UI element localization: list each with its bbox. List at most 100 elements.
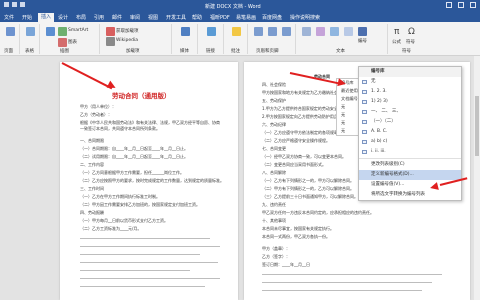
equation-icon[interactable]: π [394,27,399,37]
group-label: 批注 [231,49,240,54]
group-addins: 获取加载项 Wikipedia 加载项 [102,24,172,54]
comment-icon[interactable] [232,27,241,36]
menu-item-change-level[interactable]: 更改列表级别(C) [359,160,461,170]
annotation-arrowhead [337,78,347,88]
header-icon[interactable] [254,27,263,36]
tab-mailings[interactable]: 邮件 [112,14,122,21]
text-line: 签订日期：____年__月__日 [262,262,310,267]
format-preview-icon [362,90,367,94]
format-preview-icon [362,130,367,134]
tab-yibi[interactable]: 易笔易画 [236,14,256,21]
wikipedia-label[interactable]: Wikipedia [116,38,138,43]
text-line: （二）甲方有下列情形之一的，乙方可以解除合同。 [262,186,354,191]
chart-label[interactable]: 图表 [68,39,77,45]
picture-icon[interactable] [46,27,55,36]
tab-review[interactable]: 审阅 [130,14,140,21]
tab-help[interactable]: 帮助 [192,14,202,21]
tab-design[interactable]: 设计 [58,14,68,21]
menu-item-alpha-upper[interactable]: A. B. C. [359,127,461,137]
maximize-icon[interactable] [458,2,464,8]
left-page[interactable]: 劳动合同（通用版） 甲方（用人单位）： 乙方（劳动者）： 根据《中华人民共和国劳… [60,62,238,300]
tab-foxit-pdf[interactable]: 福昕PDF [210,14,230,21]
menu-item-chinese-paren[interactable]: （一）（二） [359,117,461,127]
tab-file[interactable]: 文件 [4,14,14,21]
group-symbols: π Ω 公式 符号 符号 [390,24,478,54]
menu-item-label: i. ii. iii. [371,149,386,154]
text-placeholder [262,274,442,275]
text-line: 五、劳动保护 [262,98,286,103]
smartart-icon[interactable] [58,27,67,36]
tab-layout[interactable]: 布局 [76,14,86,21]
tab-insert[interactable]: 插入 [38,13,55,22]
undo-icon[interactable] [12,2,17,7]
footer-icon[interactable] [268,27,277,36]
menu-item-none[interactable]: 无 [359,77,461,87]
text-placeholder [80,246,220,247]
group-label: 符号 [402,49,411,54]
menu-item-numeric[interactable]: 1. 2. 3. [359,87,461,97]
numbering-dropdown-menu: 编号库 无 1. 2. 3. 1) 2) 3) 一、 二、 三、 （一）（二） … [358,66,462,201]
group-label: 表格 [25,49,34,54]
symbol-label[interactable]: 符号 [406,39,415,45]
menu-item-roman[interactable]: i. ii. iii. [359,147,461,157]
format-preview-icon [362,80,367,84]
menu-header: 编号库 [359,67,461,77]
number-label[interactable]: 编号 [358,38,367,44]
page-number-icon[interactable] [282,27,291,36]
group-pages: 页面 [2,24,20,54]
tab-developer[interactable]: 开发工具 [166,14,186,21]
text-line: 2.甲方按国家规定向乙方提供劳动防护用品。 [262,114,342,119]
menu-item-define-new-format[interactable]: 定义新编号格式(D)... [359,170,461,180]
menu-item-convert-to-list[interactable]: 将所选文字转换为编号列表 [359,190,461,200]
equation-label[interactable]: 公式 [392,39,401,45]
tab-view[interactable]: 视图 [148,14,158,21]
menu-item-chinese[interactable]: 一、 二、 三、 [359,107,461,117]
link-icon[interactable] [207,27,216,36]
symbol-icon[interactable]: Ω [408,27,415,37]
text-line: （二）乙方应按照甲方的要求，按时完成规定的工作数量，达到规定的质量标准。 [80,178,224,183]
text-placeholder [80,270,190,271]
chart-icon[interactable] [58,38,67,47]
window-controls[interactable] [440,2,476,10]
text-line: 本合同未尽事宜，按国家有关规定执行。 [262,226,334,231]
quick-parts-icon[interactable] [316,27,325,36]
quick-access-toolbar[interactable] [4,2,44,10]
text-line: （一）合同期限：自____年__月__日起至____年__月__日止。 [80,146,188,151]
scrollbar-thumb[interactable] [475,96,479,156]
get-addins-icon[interactable] [106,27,115,36]
number-icon[interactable] [358,27,367,36]
group-text: 编号 文本 [298,24,388,54]
wordart-icon[interactable] [330,27,339,36]
wikipedia-icon[interactable] [106,37,115,46]
text-line: （二）变更合同应当采用书面形式。 [262,162,326,167]
tab-baidu[interactable]: 百度网盘 [262,14,282,21]
menu-item-label: 1) 2) 3) [371,99,388,104]
menu-item-alpha-lower[interactable]: a) b) c) [359,137,461,147]
tab-references[interactable]: 引用 [94,14,104,21]
page-icon[interactable] [6,27,15,36]
save-icon[interactable] [4,2,9,7]
text-placeholder [262,290,422,291]
menu-item-label: 一、 二、 三、 [371,109,401,114]
text-line: 乙方（签字）： [262,254,290,259]
redo-icon[interactable] [20,2,25,7]
text-line: 根据《中华人民共和国劳动法》和有关法律、法规，甲乙双方经平等自愿、协商一致签订本… [80,120,220,131]
close-icon[interactable] [470,2,476,8]
dropcap-icon[interactable] [344,27,353,36]
smartart-label[interactable]: SmartArt [68,28,88,33]
minimize-icon[interactable] [446,2,452,8]
group-media: 媒体 [174,24,198,54]
text-line: 甲方（盖章）： [262,246,290,251]
text-line: 二、工作内容 [80,162,104,167]
format-preview-icon [362,120,367,124]
vertical-scrollbar[interactable] [474,56,480,300]
text-line: （一）甲方每月__日前以货币形式支付乙方工资。 [80,218,168,223]
tab-home[interactable]: 开始 [22,14,32,21]
table-icon[interactable] [26,27,35,36]
tell-me-search[interactable]: 操作说明搜索 [290,14,320,21]
get-addins-label[interactable]: 获取加载项 [116,28,139,34]
group-links: 链接 [200,24,224,54]
online-video-icon[interactable] [181,27,190,36]
menu-item-paren[interactable]: 1) 2) 3) [359,97,461,107]
textbox-icon[interactable] [302,27,311,36]
